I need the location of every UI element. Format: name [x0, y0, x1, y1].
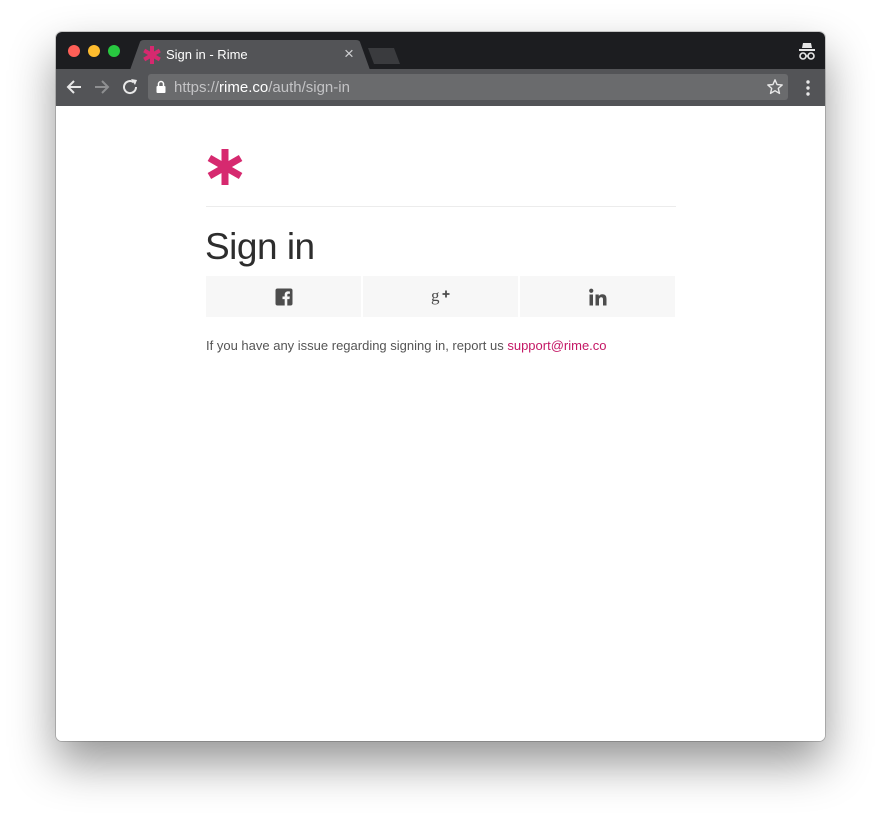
social-login-row: g	[206, 276, 676, 317]
page-content: Sign in g If you have any issue regardin…	[56, 106, 825, 741]
facebook-login-button[interactable]	[206, 276, 361, 317]
minimize-window-button[interactable]	[88, 45, 100, 57]
zoom-window-button[interactable]	[108, 45, 120, 57]
tab-close-icon[interactable]: ×	[340, 44, 358, 64]
star-icon[interactable]	[766, 78, 784, 96]
divider	[206, 206, 676, 207]
url-scheme: https://	[174, 79, 220, 96]
browser-toolbar: https://rime.co/auth/sign-in	[56, 69, 825, 107]
url-host: rime.co	[219, 79, 269, 96]
facebook-icon	[275, 288, 292, 305]
google-plus-login-button[interactable]: g	[363, 276, 518, 317]
url-path: /auth/sign-in	[268, 79, 350, 96]
brand-logo-icon	[207, 149, 243, 185]
tab-active[interactable]: Sign in - Rime ×	[130, 40, 370, 70]
linkedin-login-button[interactable]	[520, 276, 675, 317]
back-icon[interactable]	[64, 77, 84, 97]
menu-icon[interactable]	[799, 78, 817, 98]
google-plus-icon: g	[431, 287, 449, 305]
linkedin-icon	[588, 288, 606, 305]
reload-icon[interactable]	[120, 77, 140, 97]
support-message-text: If you have any issue regarding signing …	[206, 338, 508, 353]
asterisk-icon	[143, 46, 161, 64]
title-bar: Sign in - Rime ×	[56, 32, 825, 70]
new-tab-button[interactable]	[366, 48, 402, 64]
address-bar[interactable]: https://rime.co/auth/sign-in	[148, 74, 788, 100]
incognito-icon	[799, 43, 815, 60]
svg-text:g: g	[431, 287, 440, 305]
page-title: Sign in	[205, 226, 315, 267]
lock-icon	[156, 80, 166, 93]
tab-title: Sign in - Rime	[166, 47, 248, 62]
browser-window: Sign in - Rime × https://rime.co/auth/si…	[56, 32, 825, 741]
support-email-link[interactable]: support@rime.co	[507, 338, 606, 353]
forward-icon[interactable]	[92, 77, 112, 97]
support-message: If you have any issue regarding signing …	[206, 338, 607, 353]
close-window-button[interactable]	[68, 45, 80, 57]
address-url[interactable]: https://rime.co/auth/sign-in	[174, 79, 350, 96]
